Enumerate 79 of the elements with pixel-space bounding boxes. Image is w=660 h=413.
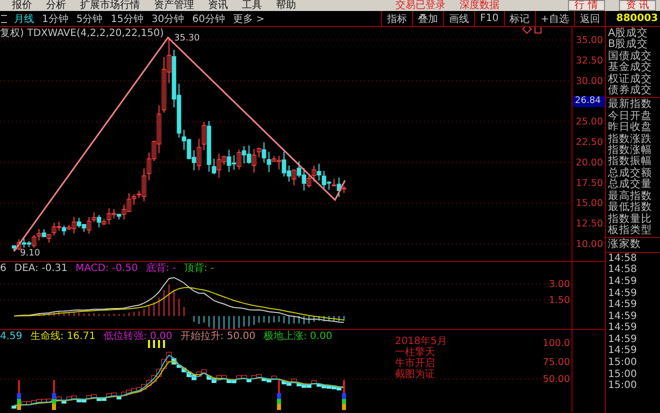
price-axis-label: 30.00 [576, 76, 603, 87]
quote-field-label: 指数量比 [607, 214, 653, 224]
price-axis-label: 25.00 [576, 116, 603, 128]
period-tab[interactable]: 月线 [10, 12, 38, 26]
quote-field-label: 指数涨跌 [607, 134, 653, 145]
macd-axis-label: 3.00 [548, 279, 570, 290]
price-axis-label: 15.00 [576, 198, 603, 210]
indicator-reading: DEA: -0.31 [14, 263, 68, 274]
high-label: 35.30 [174, 34, 200, 44]
price-axis-label: 12.50 [576, 218, 603, 230]
signal-axis-label: 100.0 [542, 338, 570, 349]
quote-field-label: 总成交量 [607, 179, 653, 190]
indicator-reading: 底背: - [146, 263, 176, 274]
index-code: 880003 [606, 11, 660, 27]
price-axis-label: 17.50 [576, 178, 603, 189]
period-tab[interactable]: 15分钟 [106, 12, 148, 26]
trade-time: 14:59 [607, 310, 638, 322]
price-axis-label: 35.00 [576, 35, 603, 46]
period-tab[interactable]: 1分钟 [38, 12, 72, 26]
trade-time: 14:59 [607, 288, 638, 300]
trade-time: 14:59 [607, 299, 638, 311]
period-tab[interactable]: 60分钟 [188, 12, 229, 26]
signal-axis-label: 50.00 [542, 374, 570, 385]
top-button[interactable]: 资 讯 [618, 0, 656, 11]
trade-time: 15:00 [607, 357, 638, 369]
chart-note: 一柱擎天 [395, 347, 436, 358]
quote-field-label: 最新指数 [607, 99, 653, 110]
trade-time: 14:58 [607, 264, 638, 276]
indicator-reading: 4.59 [0, 331, 22, 342]
indicator-reading: 生命线: 16.71 [30, 331, 96, 342]
menu-item[interactable]: 报价 [12, 0, 32, 11]
trade-time: 14:59 [607, 276, 638, 288]
chart-title: 复权) TDXWAVE(4,2,2,20,22,150) [0, 28, 164, 39]
quote-field-label: 国债成交 [607, 50, 653, 62]
indicator-reading: 低位转强: 0.00 [103, 331, 172, 342]
quote-field-label: 最高指数 [607, 190, 653, 202]
quote-field-label: 基金成交 [607, 62, 653, 74]
period-tab[interactable]: 30分钟 [147, 12, 188, 26]
trade-time: 15:00 [607, 368, 638, 380]
signal-axis-label: 75.00 [542, 357, 570, 368]
quote-field-label: 涨家数 [607, 239, 642, 251]
quote-field-label: 指数振幅 [607, 156, 653, 168]
quote-field-label: 昨日收盘 [607, 122, 653, 134]
price-axis-label: 20.00 [576, 157, 603, 168]
menu-item[interactable]: 帮助 [276, 0, 296, 11]
chart-note: 截图为证 [395, 369, 436, 380]
trade-time: 14:59 [607, 334, 638, 346]
quote-field-label: 权证成交 [607, 74, 653, 85]
indicator-reading: 顶背: - [184, 263, 214, 274]
indicator-reading: MACD: -0.50 [75, 263, 138, 274]
quote-field-label: 债券成交 [607, 85, 653, 96]
current-price-tag: 26.84 [573, 96, 605, 107]
chart-note: 牛市开启 [395, 358, 436, 369]
trade-time: 14:59 [607, 322, 638, 334]
chart-note: 2018年5月 [395, 336, 447, 347]
trade-time: 14:58 [607, 252, 638, 264]
price-axis-label: 10.00 [576, 239, 603, 250]
indicator-reading: 开始拉升: 50.00 [180, 331, 256, 342]
quote-field-label: B股成交 [607, 39, 648, 50]
top-button[interactable]: 行 情 [568, 0, 605, 11]
quote-field-label: 今日开盘 [607, 110, 653, 122]
trade-time: 15:00 [607, 380, 638, 392]
quote-field-label: 最低指数 [607, 202, 653, 214]
low-label: 9.10 [20, 248, 40, 258]
quote-field-label: 指数涨幅 [607, 145, 653, 156]
period-tab[interactable]: 5分钟 [72, 12, 107, 26]
indicator-reading: 极地上涨: 0.00 [263, 331, 332, 342]
quote-field-label: A股成交 [607, 28, 650, 39]
menu-item[interactable]: 分析 [46, 0, 66, 11]
macd-axis-label: 1.50 [548, 295, 570, 306]
menu-item[interactable]: 工具 [242, 0, 262, 11]
trade-time: 14:59 [607, 345, 638, 358]
period-tab[interactable]: 更多 > [228, 12, 269, 26]
quote-field-label: 总成交额 [607, 168, 653, 179]
quote-field-label: 板指类型 [607, 224, 653, 236]
price-axis-label: 32.50 [576, 55, 603, 66]
indicator-reading: 6 [0, 263, 6, 274]
menu-item[interactable]: 资讯 [208, 0, 228, 11]
price-axis-label: 22.50 [576, 137, 603, 148]
